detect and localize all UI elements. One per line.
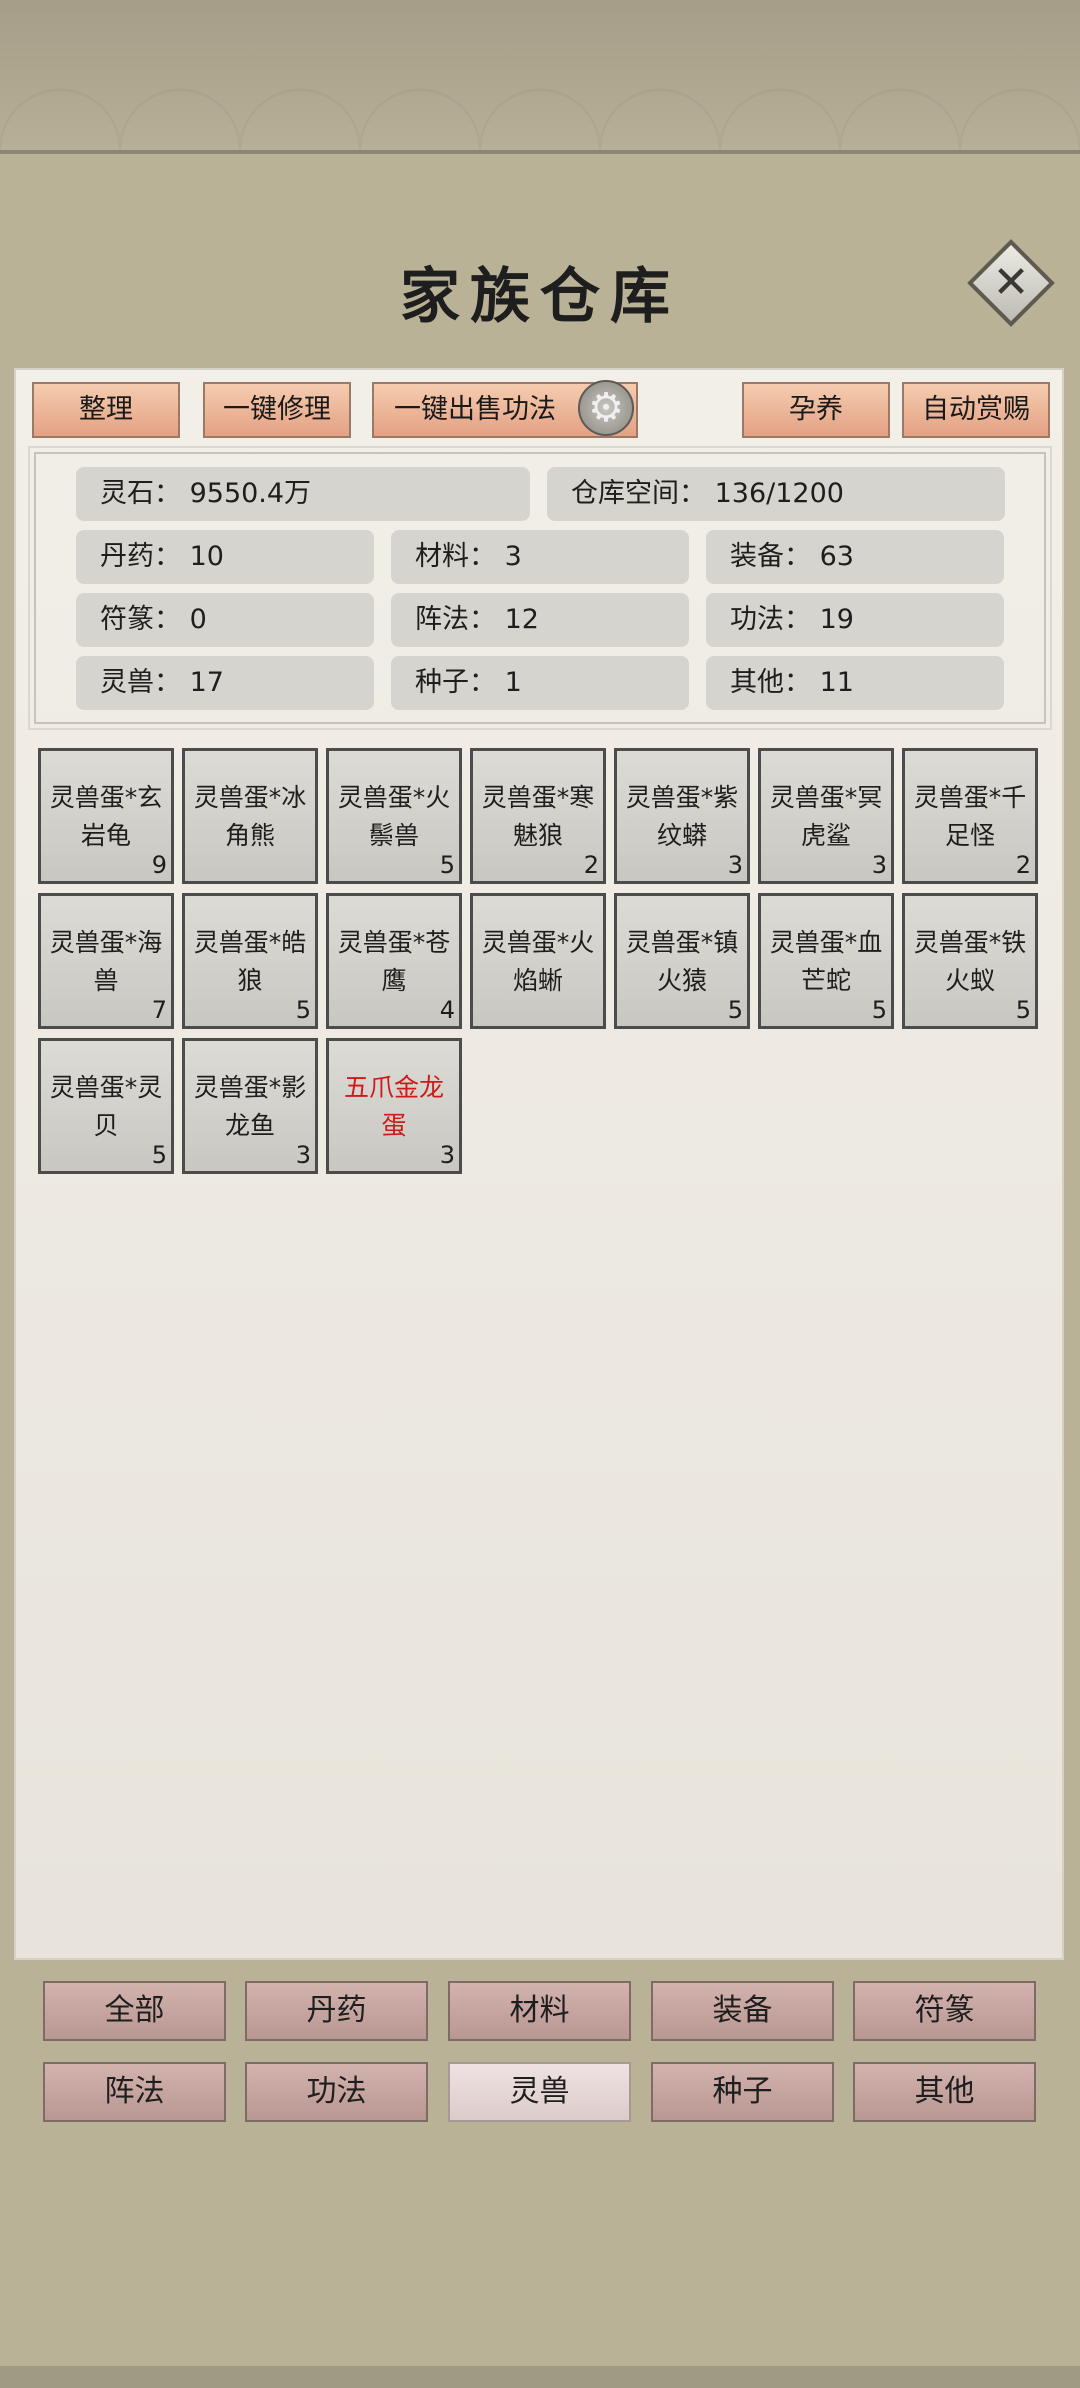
sort-button[interactable]: 整理 [32, 382, 180, 438]
tab-all[interactable]: 全部 [43, 1981, 226, 2041]
item-count: 2 [1015, 851, 1031, 879]
item-name: 灵兽蛋*皓狼 [193, 928, 307, 995]
item-slot[interactable]: 灵兽蛋*千 足怪 2 [902, 748, 1038, 884]
item-name: 灵兽蛋*冰 角熊 [193, 783, 307, 850]
item-count: 5 [727, 996, 743, 1024]
item-name: 灵兽蛋*海兽 [49, 928, 163, 995]
auto-reward-button[interactable]: 自动赏赐 [902, 382, 1050, 438]
item-count: 9 [151, 851, 167, 879]
formations-stat: 阵法： 12 [391, 593, 689, 647]
item-slot[interactable]: 灵兽蛋*皓狼 5 [182, 893, 318, 1029]
item-slot[interactable]: 灵兽蛋*冰 角熊 [182, 748, 318, 884]
item-slot[interactable]: 灵兽蛋*影 龙鱼 3 [182, 1038, 318, 1174]
item-count: 5 [295, 996, 311, 1024]
tab-talismans[interactable]: 符篆 [853, 1981, 1036, 2041]
item-count: 4 [439, 996, 455, 1024]
tab-formations[interactable]: 阵法 [43, 2062, 226, 2122]
item-slot[interactable]: 五爪金龙蛋 3 [326, 1038, 462, 1174]
breed-button[interactable]: 孕养 [742, 382, 890, 438]
page-title: 家族仓库 [400, 262, 680, 332]
item-slot[interactable]: 灵兽蛋*海兽 7 [38, 893, 174, 1029]
tab-pills[interactable]: 丹药 [245, 1981, 428, 2041]
item-slot[interactable]: 灵兽蛋*冥 虎鲨 3 [758, 748, 894, 884]
item-name: 灵兽蛋*玄 岩龟 [49, 783, 163, 850]
item-slot[interactable]: 灵兽蛋*火 鬃兽 5 [326, 748, 462, 884]
item-count: 5 [151, 1141, 167, 1169]
item-slot[interactable]: 灵兽蛋*苍鹰 4 [326, 893, 462, 1029]
tab-equipment[interactable]: 装备 [651, 1981, 834, 2041]
item-slot[interactable]: 灵兽蛋*铁 火蚁 5 [902, 893, 1038, 1029]
item-slot[interactable]: 灵兽蛋*火 焰蜥 [470, 893, 606, 1029]
beasts-stat: 灵兽： 17 [76, 656, 374, 710]
equipment-stat: 装备： 63 [706, 530, 1004, 584]
tab-beasts[interactable]: 灵兽 [448, 2062, 631, 2122]
item-name: 灵兽蛋*火 焰蜥 [481, 928, 595, 995]
item-name: 灵兽蛋*镇 火猿 [625, 928, 739, 995]
item-name: 灵兽蛋*寒 魅狼 [481, 783, 595, 850]
item-name: 灵兽蛋*苍鹰 [337, 928, 451, 995]
storage-space-stat: 仓库空间： 136/1200 [547, 467, 1005, 521]
item-name: 灵兽蛋*千 足怪 [913, 783, 1027, 850]
repair-all-button[interactable]: 一键修理 [203, 382, 351, 438]
item-count: 5 [1015, 996, 1031, 1024]
item-count: 2 [583, 851, 599, 879]
item-slot[interactable]: 灵兽蛋*血 芒蛇 5 [758, 893, 894, 1029]
item-count: 3 [439, 1141, 455, 1169]
item-name: 灵兽蛋*血 芒蛇 [769, 928, 883, 995]
item-name: 灵兽蛋*灵贝 [49, 1073, 163, 1140]
tab-others[interactable]: 其他 [853, 2062, 1036, 2122]
item-name: 灵兽蛋*冥 虎鲨 [769, 783, 883, 850]
item-slot[interactable]: 灵兽蛋*紫 纹蟒 3 [614, 748, 750, 884]
item-name: 灵兽蛋*影 龙鱼 [193, 1073, 307, 1140]
item-count: 3 [295, 1141, 311, 1169]
tab-seeds[interactable]: 种子 [651, 2062, 834, 2122]
item-count: 5 [439, 851, 455, 879]
item-count: 5 [871, 996, 887, 1024]
others-stat: 其他： 11 [706, 656, 1004, 710]
pills-stat: 丹药： 10 [76, 530, 374, 584]
item-count: 3 [727, 851, 743, 879]
item-count: 3 [871, 851, 887, 879]
talismans-stat: 符篆： 0 [76, 593, 374, 647]
spirit-stone-stat: 灵石： 9550.4万 [76, 467, 530, 521]
gear-icon[interactable]: ⚙ [578, 380, 634, 436]
item-slot[interactable]: 灵兽蛋*寒 魅狼 2 [470, 748, 606, 884]
skills-stat: 功法： 19 [706, 593, 1004, 647]
tab-skills[interactable]: 功法 [245, 2062, 428, 2122]
item-name: 灵兽蛋*火 鬃兽 [337, 783, 451, 850]
bottom-decoration [0, 2366, 1080, 2388]
item-name: 灵兽蛋*铁 火蚁 [913, 928, 1027, 995]
close-icon: ✕ [992, 257, 1030, 308]
item-slot[interactable]: 灵兽蛋*镇 火猿 5 [614, 893, 750, 1029]
materials-stat: 材料： 3 [391, 530, 689, 584]
item-name: 五爪金龙蛋 [343, 1073, 444, 1140]
tab-materials[interactable]: 材料 [448, 1981, 631, 2041]
item-slot[interactable]: 灵兽蛋*灵贝 5 [38, 1038, 174, 1174]
seeds-stat: 种子： 1 [391, 656, 689, 710]
item-name: 灵兽蛋*紫 纹蟒 [625, 783, 739, 850]
top-decoration [0, 0, 1080, 154]
item-slot[interactable]: 灵兽蛋*玄 岩龟 9 [38, 748, 174, 884]
item-count: 7 [151, 996, 167, 1024]
